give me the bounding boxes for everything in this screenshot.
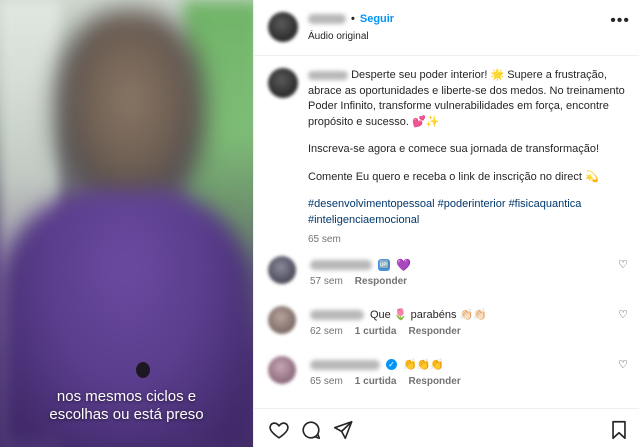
- post-caption: Desperte seu poder interior! 🌟 Supere a …: [268, 68, 628, 248]
- caption-paragraph-1: Desperte seu poder interior! 🌟 Supere a …: [308, 69, 625, 128]
- heart-outline-icon[interactable]: [268, 419, 290, 441]
- comment-username-blurred[interactable]: [310, 260, 372, 270]
- video-caption-line-1: nos mesmos ciclos e: [56, 388, 197, 405]
- bookmark-icon[interactable]: [608, 419, 630, 441]
- comment-avatar[interactable]: [268, 256, 296, 284]
- paper-plane-icon[interactable]: [332, 419, 354, 441]
- comment-timestamp[interactable]: 57 sem: [310, 276, 343, 287]
- comment-body: Que 🌷 parabéns 👏🏻👏🏻: [370, 309, 487, 321]
- video-caption-line-2: escolhas ou está preso: [49, 406, 204, 423]
- comment-username-blurred[interactable]: [310, 309, 364, 320]
- video-person-face-blurred: [55, 10, 205, 210]
- comment-meta: 57 sem Responder: [310, 276, 407, 287]
- separator-dot: •: [351, 13, 355, 25]
- author-username-blurred[interactable]: [308, 14, 346, 24]
- comment-likes-count[interactable]: 1 curtida: [355, 376, 397, 387]
- action-bar: [254, 408, 639, 447]
- caption-timestamp[interactable]: 65 sem: [308, 232, 628, 248]
- comment-like-heart-icon[interactable]: ♡: [618, 358, 628, 371]
- comment-like-heart-icon[interactable]: ♡: [618, 308, 628, 321]
- hashtags-line-1[interactable]: #desenvolvimentopessoal #poderinterior #…: [308, 198, 581, 210]
- author-avatar[interactable]: [268, 12, 298, 42]
- comment-avatar[interactable]: [268, 306, 296, 334]
- comment-meta: 62 sem 1 curtida Responder: [310, 326, 461, 337]
- comment-text: 🆙 💜: [310, 258, 411, 272]
- comment-like-heart-icon[interactable]: ♡: [618, 258, 628, 271]
- comment-reply-button[interactable]: Responder: [408, 326, 460, 337]
- purple-heart-icon: 💜: [396, 258, 411, 272]
- post-details-panel: • Seguir Áudio original ••• Desperte seu…: [253, 0, 639, 447]
- hashtags-line-2[interactable]: #inteligenciaemocional: [308, 214, 419, 226]
- follow-button[interactable]: Seguir: [360, 13, 394, 25]
- comment-meta: 65 sem 1 curtida Responder: [310, 376, 461, 387]
- caption-body: Desperte seu poder interior! 🌟 Supere a …: [308, 68, 628, 248]
- comment-username-blurred[interactable]: [310, 359, 380, 370]
- comment-likes-count[interactable]: 1 curtida: [355, 326, 397, 337]
- comment-body: 👏👏👏: [403, 359, 445, 371]
- more-options-icon[interactable]: •••: [610, 12, 630, 30]
- up-emoji-icon: 🆙: [378, 259, 390, 271]
- caption-author-username-blurred[interactable]: [308, 70, 348, 80]
- video-caption: nos mesmos ciclos e escolhas ou está pre…: [0, 388, 253, 424]
- author-line: • Seguir: [308, 13, 394, 25]
- caption-paragraph-2: Inscreva-se agora e comece sua jornada d…: [308, 143, 600, 155]
- original-audio-link[interactable]: Áudio original: [308, 31, 369, 42]
- comment-reply-button[interactable]: Responder: [355, 276, 407, 287]
- comment-text: ✓ 👏👏👏: [310, 358, 444, 371]
- caption-author-avatar[interactable]: [268, 68, 298, 98]
- comment-avatar[interactable]: [268, 356, 296, 384]
- verified-badge-icon: ✓: [386, 359, 397, 370]
- comment-bubble-icon[interactable]: [300, 419, 322, 441]
- comment-timestamp[interactable]: 62 sem: [310, 326, 343, 337]
- comment-reply-button[interactable]: Responder: [408, 376, 460, 387]
- comment-timestamp[interactable]: 65 sem: [310, 376, 343, 387]
- post-header: • Seguir Áudio original •••: [254, 0, 639, 56]
- caption-hashtags[interactable]: #desenvolvimentopessoal #poderinterior #…: [308, 197, 628, 228]
- comment-text: Que 🌷 parabéns 👏🏻👏🏻: [310, 308, 487, 321]
- post-video[interactable]: nos mesmos ciclos e escolhas ou está pre…: [0, 0, 253, 447]
- lapel-microphone: [136, 362, 150, 378]
- caption-paragraph-3: Comente Eu quero e receba o link de insc…: [308, 170, 599, 183]
